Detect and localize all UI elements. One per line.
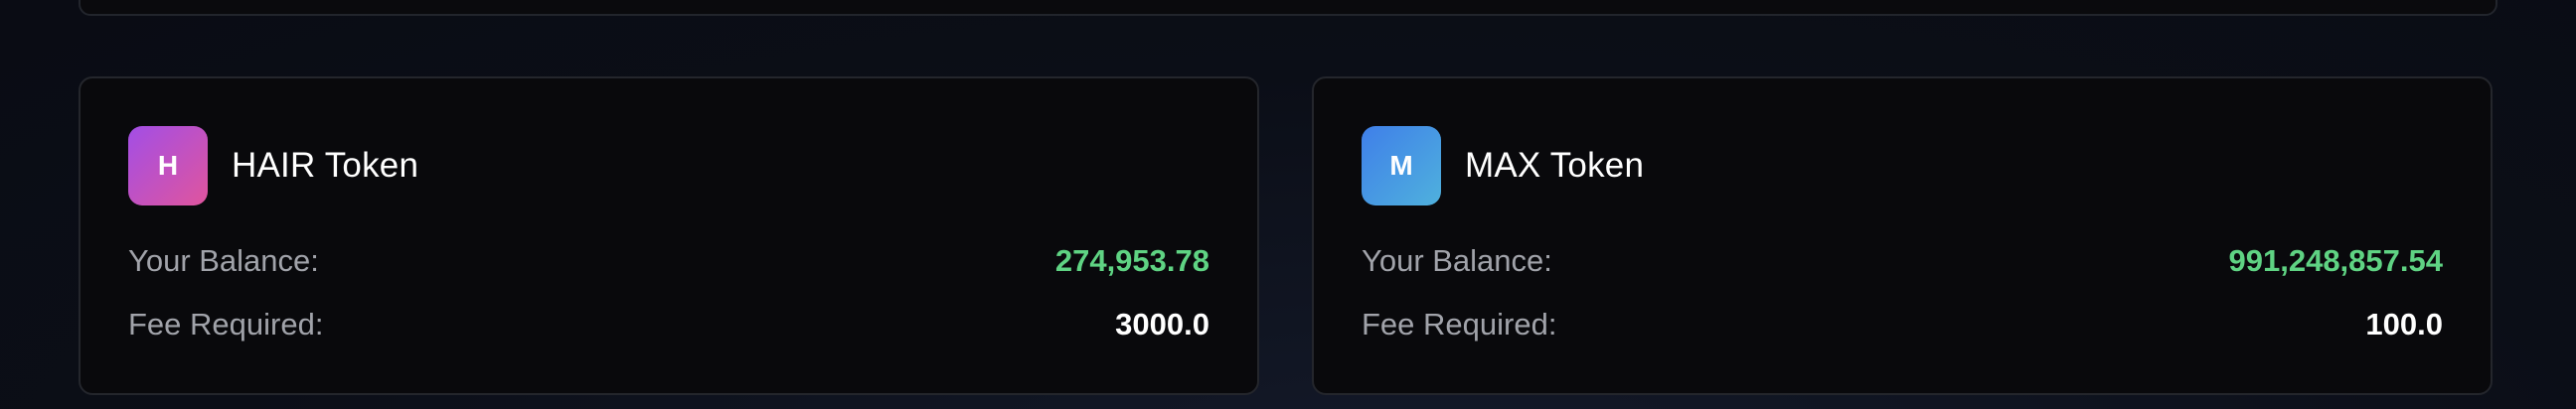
token-name: MAX Token <box>1465 146 1645 185</box>
fee-label: Fee Required: <box>128 307 324 341</box>
token-logo-icon: H <box>128 126 208 205</box>
token-card-max: M MAX Token Your Balance: 991,248,857.54… <box>1312 76 2493 395</box>
balance-value: 991,248,857.54 <box>2228 243 2444 278</box>
balance-label: Your Balance: <box>128 243 319 278</box>
balance-value: 274,953.78 <box>1054 243 1209 278</box>
token-card-header: H HAIR Token <box>128 126 418 205</box>
page: H HAIR Token Your Balance: 274,953.78 Fe… <box>0 0 2576 409</box>
fee-label: Fee Required: <box>1362 307 1557 341</box>
token-name: HAIR Token <box>232 146 419 185</box>
token-card-header: M MAX Token <box>1362 126 1644 205</box>
token-logo-icon: M <box>1362 126 1441 205</box>
balance-row: Your Balance: 991,248,857.54 <box>1362 243 2443 279</box>
balance-label: Your Balance: <box>1362 243 1552 278</box>
fee-value: 3000.0 <box>1115 307 1209 341</box>
fee-row: Fee Required: 100.0 <box>1362 307 2443 342</box>
token-card-hair: H HAIR Token Your Balance: 274,953.78 Fe… <box>79 76 1259 395</box>
top-panel <box>79 0 2497 16</box>
fee-row: Fee Required: 3000.0 <box>128 307 1209 342</box>
fee-value: 100.0 <box>2365 307 2443 341</box>
balance-row: Your Balance: 274,953.78 <box>128 243 1209 279</box>
